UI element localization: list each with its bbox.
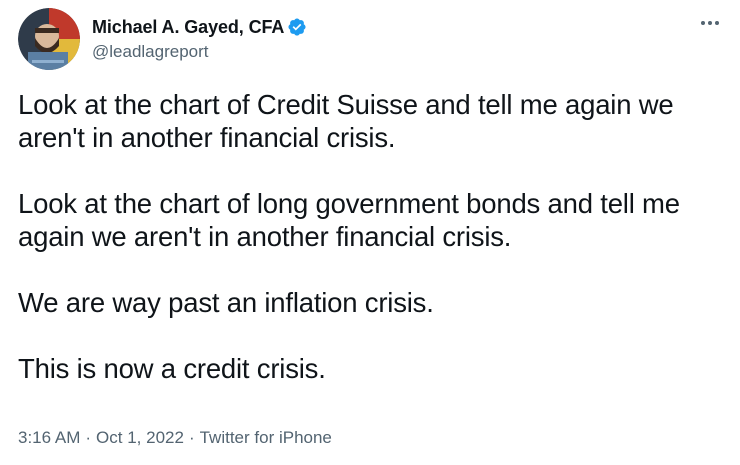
tweet-header: Michael A. Gayed, CFA @leadlagreport [18,8,307,70]
more-options-icon[interactable] [698,14,722,32]
tweet-source[interactable]: Twitter for iPhone [200,428,332,448]
avatar[interactable] [18,8,80,70]
meta-separator: · [188,428,195,447]
author-identity: Michael A. Gayed, CFA @leadlagreport [92,16,307,62]
avatar-image [18,8,80,70]
tweet-card: Michael A. Gayed, CFA @leadlagreport Loo… [0,0,740,465]
display-name[interactable]: Michael A. Gayed, CFA [92,17,284,38]
tweet-paragraph: Look at the chart of long government bon… [18,188,680,252]
verified-badge-icon [287,17,307,37]
tweet-paragraph: This is now a credit crisis. [18,353,326,384]
tweet-time[interactable]: 3:16 AM [18,428,80,448]
name-row: Michael A. Gayed, CFA [92,16,307,38]
tweet-date[interactable]: Oct 1, 2022 [96,428,184,448]
author-handle[interactable]: @leadlagreport [92,42,307,62]
tweet-meta: 3:16 AM · Oct 1, 2022 · Twitter for iPho… [18,428,332,448]
tweet-paragraph: Look at the chart of Credit Suisse and t… [18,89,674,153]
tweet-paragraph: We are way past an inflation crisis. [18,287,434,318]
tweet-text: Look at the chart of Credit Suisse and t… [18,88,730,418]
meta-separator: · [85,428,92,447]
